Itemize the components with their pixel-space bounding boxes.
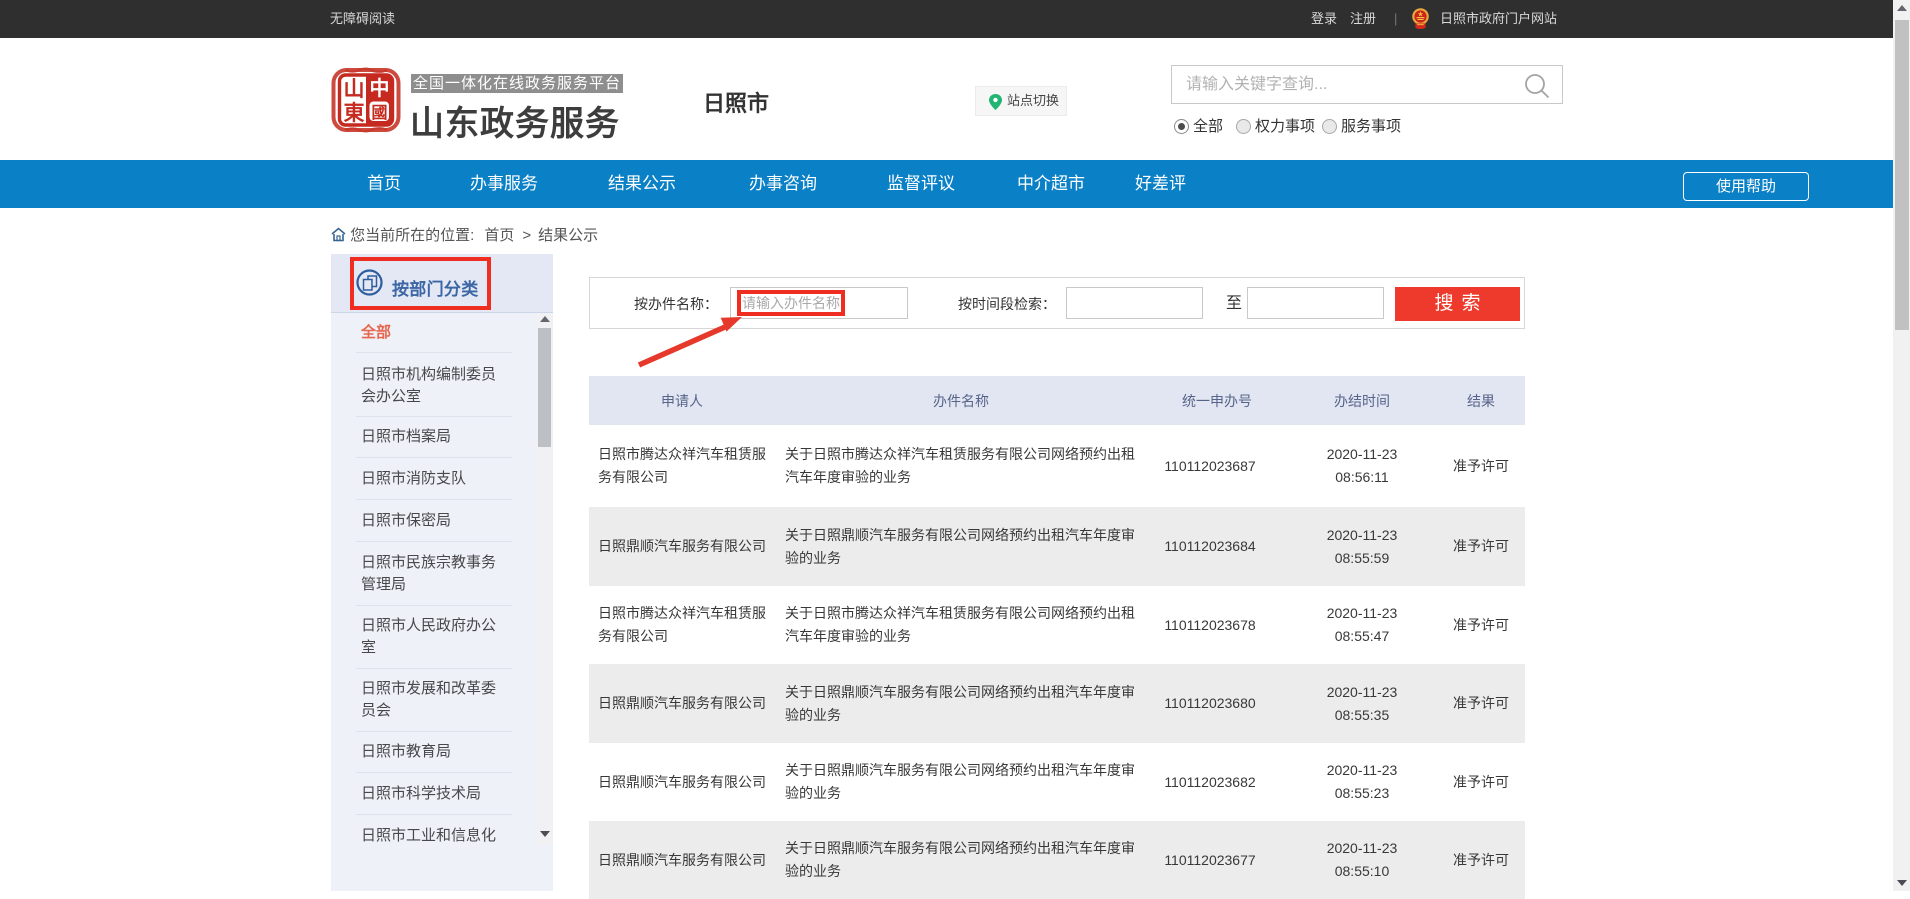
svg-text:國: 國	[371, 104, 387, 122]
svg-text:中: 中	[370, 76, 390, 100]
svg-text:山: 山	[344, 78, 365, 101]
svg-text:東: 東	[344, 102, 365, 125]
